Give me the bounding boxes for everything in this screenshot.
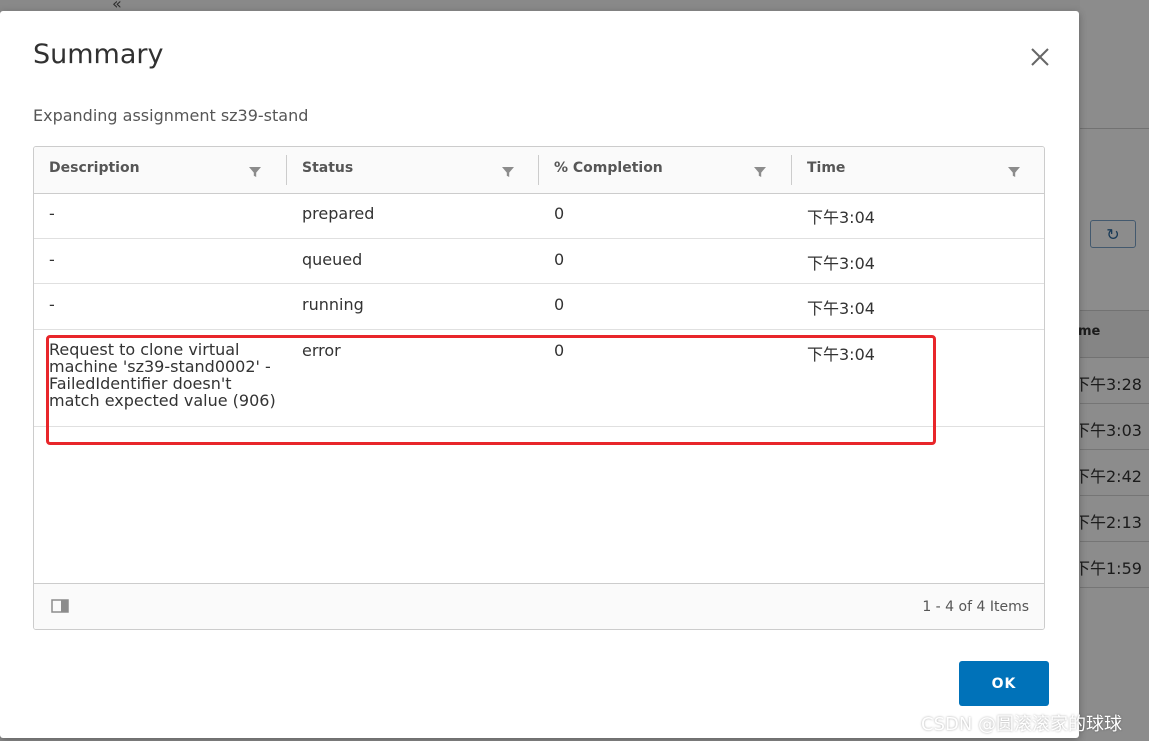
column-header-label: Description [49, 160, 140, 176]
column-header-description[interactable]: Description [34, 147, 287, 193]
column-header-completion[interactable]: % Completion [539, 147, 792, 193]
column-header-label: Time [807, 160, 846, 176]
column-header-time[interactable]: Time [792, 147, 1044, 193]
cell-status: running [302, 295, 364, 314]
cell-completion: 0 [554, 341, 565, 360]
cell-time: 下午3:04 [807, 299, 875, 318]
cell-time: 下午3:04 [807, 208, 875, 227]
cell-description: - [49, 295, 55, 314]
cell-description: - [49, 204, 55, 223]
table-row[interactable]: - prepared 0 下午3:04 [34, 193, 1044, 239]
cell-time: 下午3:04 [807, 345, 875, 364]
filter-icon[interactable] [248, 165, 262, 179]
dialog-subtitle: Expanding assignment sz39-stand [33, 106, 309, 125]
column-header-status[interactable]: Status [287, 147, 539, 193]
summary-dialog: Summary Expanding assignment sz39-stand … [0, 11, 1079, 738]
cell-completion: 0 [554, 295, 565, 314]
watermark: CSDN @圆滚滚家的球球 [921, 714, 1123, 735]
close-button[interactable] [1026, 43, 1054, 71]
datagrid-header: Description Status % Completion Time [34, 147, 1044, 194]
pagination-description: 1 - 4 of 4 Items [922, 599, 1029, 615]
cell-status: error [302, 341, 341, 360]
table-row[interactable]: - running 0 下午3:04 [34, 284, 1044, 330]
filter-icon[interactable] [753, 165, 767, 179]
column-header-label: Status [302, 160, 354, 176]
column-header-label: % Completion [554, 160, 663, 176]
dialog-title: Summary [33, 39, 164, 70]
datagrid-footer: 1 - 4 of 4 Items [34, 583, 1044, 629]
cell-description: Request to clone virtual machine 'sz39-s… [49, 340, 276, 410]
cell-completion: 0 [554, 204, 565, 223]
table-row-error[interactable]: Request to clone virtual machine 'sz39-s… [34, 330, 1044, 427]
cell-time: 下午3:04 [807, 254, 875, 273]
close-icon [1031, 48, 1049, 66]
cell-status: queued [302, 250, 363, 269]
cell-description: - [49, 250, 55, 269]
cell-completion: 0 [554, 250, 565, 269]
filter-icon[interactable] [1007, 165, 1021, 179]
ok-button[interactable]: OK [959, 661, 1049, 706]
column-toggle-icon[interactable] [51, 599, 69, 613]
cell-status: prepared [302, 204, 375, 223]
filter-icon[interactable] [501, 165, 515, 179]
table-row[interactable]: - queued 0 下午3:04 [34, 239, 1044, 284]
task-datagrid: Description Status % Completion Time - p… [33, 146, 1045, 630]
